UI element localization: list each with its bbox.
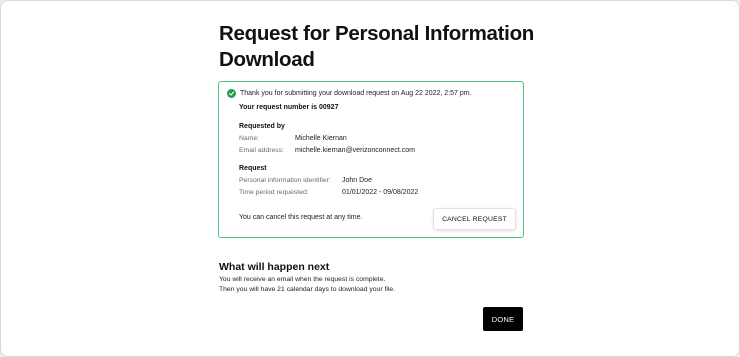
request-number: Your request number is 00927 [239,104,339,111]
confirmation-message: Thank you for submitting your download r… [240,90,472,97]
requested-by-heading: Requested by [239,123,285,130]
next-steps-line-1: You will receive an email when the reque… [219,276,386,283]
next-steps-line-2: Then you will have 21 calendar days to d… [219,286,396,293]
name-label: Name: [239,135,260,142]
time-period-value: 01/01/2022 - 09/08/2022 [342,189,419,196]
email-value: michelle.kiernan@verizonconnect.com [295,147,415,154]
cancel-request-button[interactable]: CANCEL REQUEST [433,208,516,230]
time-period-label: Time period requested: [239,189,309,196]
page-frame: Request for Personal Information Downloa… [0,0,740,357]
confirmation-row: Thank you for submitting your download r… [227,89,472,98]
cancel-note: You can cancel this request at any time. [239,214,363,221]
confirmation-card: Thank you for submitting your download r… [218,81,524,238]
identifier-label: Personal information identifier: [239,177,331,184]
done-button[interactable]: DONE [483,307,523,331]
name-value: Michelle Kiernan [295,135,347,142]
email-label: Email address: [239,147,284,154]
page-title: Request for Personal Information Downloa… [219,22,535,71]
request-heading: Request [239,165,267,172]
check-circle-icon [227,89,236,98]
identifier-value: John Doe [342,177,372,184]
next-steps-heading: What will happen next [219,261,330,273]
